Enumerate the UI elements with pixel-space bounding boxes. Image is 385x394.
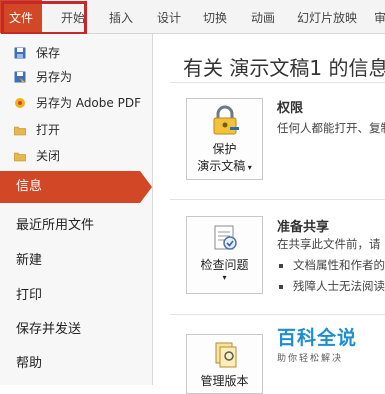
- pdf-icon: [15, 98, 25, 108]
- close-folder-icon: [14, 152, 26, 162]
- open-folder-icon: [14, 126, 26, 136]
- dropdown-caret-icon: ▾: [222, 273, 227, 282]
- list-item: 残障人士无法阅读: [279, 278, 385, 294]
- versions-icon: [215, 342, 236, 368]
- page-title: 有关 演示文稿1 的信息: [183, 56, 385, 80]
- check-issues-button-label: 检查问题: [200, 258, 249, 272]
- watermark-subtitle: 助你轻松解决: [277, 354, 344, 364]
- sidebar-item-close[interactable]: 关闭: [0, 144, 150, 168]
- protect-button-label-2: 演示文稿 ▾: [197, 159, 252, 173]
- sidebar-item-new[interactable]: 新建: [16, 249, 42, 268]
- sidebar-item-info[interactable]: 信息: [0, 171, 152, 203]
- tab-review[interactable]: 审: [370, 0, 385, 33]
- permissions-text: 任何人都能打开、复制: [277, 121, 385, 135]
- manage-versions-button[interactable]: 管理版本: [186, 334, 263, 394]
- save-as-icon: [14, 71, 26, 83]
- list-item: 文档属性和作者的: [279, 257, 385, 273]
- sidebar-item-save-as[interactable]: 另存为: [0, 65, 150, 89]
- tab-slideshow[interactable]: 幻灯片放映: [292, 0, 362, 33]
- permissions-heading: 权限: [277, 101, 304, 116]
- document-check-icon: [214, 225, 237, 250]
- prepare-sharing-heading: 准备共享: [277, 220, 330, 235]
- sidebar-item-recent[interactable]: 最近所用文件: [16, 214, 94, 233]
- sidebar-item-open[interactable]: 打开: [0, 118, 150, 142]
- divider: [170, 199, 385, 200]
- prepare-sharing-text: 在共享此文件前，请: [277, 237, 381, 251]
- tab-animations[interactable]: 动画: [246, 0, 280, 33]
- manage-versions-label: 管理版本: [200, 374, 249, 388]
- sidebar-item-save[interactable]: 保存: [0, 41, 150, 65]
- protect-button-label-1: 保护: [212, 142, 237, 156]
- tab-design[interactable]: 设计: [152, 0, 186, 33]
- sidebar-item-save-send[interactable]: 保存并发送: [16, 318, 81, 337]
- protect-presentation-button[interactable]: 保护 演示文稿 ▾: [186, 98, 263, 180]
- sidebar-item-label: 打开: [36, 123, 61, 137]
- highlight-box: [1, 1, 87, 35]
- check-issues-button[interactable]: 检查问题 ▾: [186, 216, 263, 294]
- active-arrow-indicator: [140, 171, 152, 203]
- watermark-title: 百科全说: [277, 327, 358, 349]
- sidebar-item-label: 信息: [16, 179, 43, 194]
- tab-transitions[interactable]: 切换: [198, 0, 232, 33]
- sidebar-item-print[interactable]: 打印: [16, 284, 42, 303]
- sidebar-item-label: 另存为 Adobe PDF: [36, 96, 141, 110]
- tab-insert[interactable]: 插入: [104, 0, 138, 33]
- divider: [170, 314, 385, 315]
- lock-key-icon: [213, 105, 239, 135]
- sidebar-item-help[interactable]: 帮助: [16, 352, 42, 371]
- dropdown-caret-icon: ▾: [245, 163, 252, 172]
- watermark-logo: 百科全说 助你轻松解决: [277, 323, 357, 364]
- divider: [170, 82, 385, 83]
- sidebar-item-save-as-pdf[interactable]: 另存为 Adobe PDF: [0, 91, 150, 115]
- save-icon: [14, 47, 26, 59]
- sidebar-item-label: 保存: [36, 46, 61, 60]
- sidebar-item-label: 关闭: [36, 149, 61, 163]
- sidebar-item-label: 另存为: [36, 70, 73, 84]
